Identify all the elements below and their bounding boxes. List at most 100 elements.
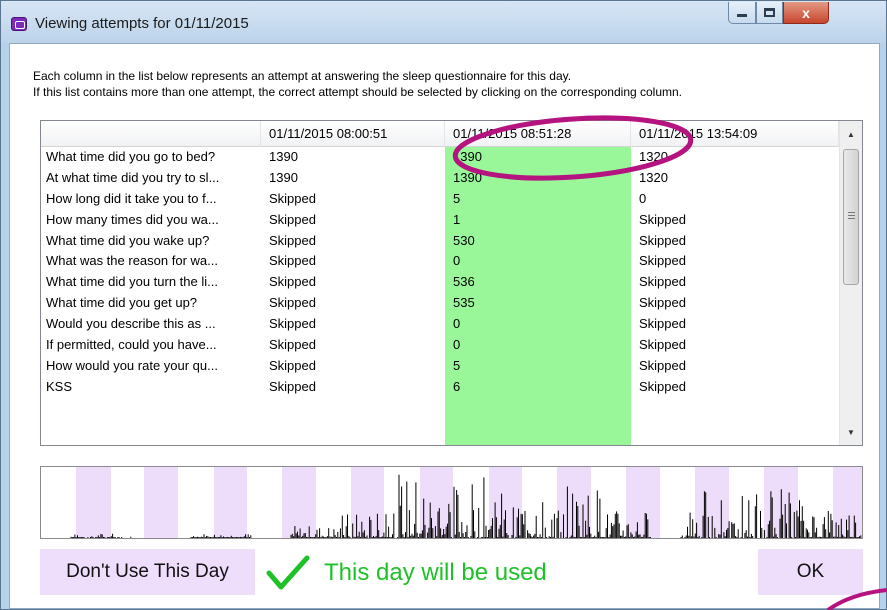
maximize-button[interactable]	[756, 2, 783, 24]
attempt-2-cell: 5	[453, 357, 461, 373]
attempt-3-cell: Skipped	[639, 211, 686, 227]
header-question	[41, 121, 261, 147]
attempt-3-cell: Skipped	[639, 316, 686, 332]
attempt-3-cell: Skipped	[639, 357, 686, 373]
night-band	[214, 467, 247, 538]
attempt-1-cell: 1390	[269, 149, 298, 164]
window-title: Viewing attempts for 01/11/2015	[35, 15, 249, 32]
app-icon	[11, 17, 27, 31]
dont-use-this-day-button[interactable]: Don't Use This Day	[40, 549, 255, 595]
attempt-2-cell: 0	[453, 316, 461, 332]
attempt-1-cell: Skipped	[269, 357, 316, 373]
list-row[interactable]: How long did it take you to f... Skipped…	[41, 189, 839, 210]
minimize-button[interactable]	[728, 2, 756, 24]
column-header-attempt-2[interactable]: 01/11/2015 08:51:28	[445, 121, 631, 147]
instructions: Each column in the list below represents…	[33, 68, 682, 100]
attempt-2-cell: 5	[453, 190, 461, 206]
list-row[interactable]: If permitted, could you have... Skipped …	[41, 335, 839, 356]
list-rows: What time did you go to bed? 1390 1390 1…	[41, 147, 839, 398]
attempt-2-cell: 1390	[453, 149, 482, 164]
column-header-attempt-1[interactable]: 01/11/2015 08:00:51	[261, 121, 445, 147]
question-cell: KSS	[46, 378, 73, 394]
attempt-1-cell: Skipped	[269, 190, 316, 206]
night-band	[282, 467, 316, 538]
list-row[interactable]: What time did you get up? Skipped 535 Sk…	[41, 293, 839, 314]
list-row[interactable]: At what time did you try to sl... 1390 1…	[41, 168, 839, 189]
night-band	[76, 467, 111, 538]
activity-spikes	[70, 474, 862, 538]
question-cell: If permitted, could you have...	[46, 337, 217, 353]
ok-button[interactable]: OK	[758, 549, 863, 595]
list-header: 01/11/2015 08:00:51 01/11/2015 08:51:28 …	[41, 121, 839, 147]
title-bar[interactable]: Viewing attempts for 01/11/2015 x	[1, 1, 886, 43]
attempt-2-cell: 530	[453, 232, 475, 248]
list-row[interactable]: What time did you go to bed? 1390 1390 1…	[41, 147, 839, 168]
attempt-3-cell: Skipped	[639, 253, 686, 269]
attempt-1-cell: 1390	[269, 169, 298, 185]
attempt-3-cell: Skipped	[639, 337, 686, 353]
instruction-line-2: If this list contains more than one atte…	[33, 85, 683, 99]
close-icon: x	[802, 4, 810, 21]
activity-plot-svg	[70, 467, 862, 538]
vertical-scrollbar[interactable]: ▲ ▼	[839, 121, 862, 445]
grip-icon	[848, 212, 855, 219]
scroll-down-arrow-icon[interactable]: ▼	[840, 421, 862, 443]
question-cell: What time did you wake up?	[46, 232, 210, 248]
scroll-thumb[interactable]	[843, 149, 859, 285]
instruction-line-1: Each column in the list below represents…	[33, 69, 572, 83]
column-header-attempt-3[interactable]: 01/11/2015 13:54:09	[631, 121, 839, 147]
attempt-3-cell: Skipped	[639, 378, 686, 394]
attempt-3-cell: Skipped	[639, 232, 686, 248]
attempt-1-cell: Skipped	[269, 295, 316, 311]
question-cell: How would you rate your qu...	[46, 357, 218, 373]
list-row[interactable]: How would you rate your qu... Skipped 5 …	[41, 356, 839, 377]
minimize-icon	[737, 14, 747, 17]
attempt-2-cell: 536	[453, 274, 475, 290]
attempt-1-cell: Skipped	[269, 337, 316, 353]
question-cell: What time did you get up?	[46, 295, 198, 311]
attempt-1-cell: Skipped	[269, 316, 316, 332]
question-cell: At what time did you try to sl...	[46, 169, 220, 185]
attempt-1-cell: Skipped	[269, 378, 316, 394]
attempt-2-cell: 0	[453, 253, 461, 269]
list-row[interactable]: What was the reason for wa... Skipped 0 …	[41, 251, 839, 272]
attempt-2-cell: 6	[453, 378, 461, 394]
question-cell: What was the reason for wa...	[46, 253, 218, 269]
attempt-1-cell: Skipped	[269, 211, 316, 227]
attempt-1-cell: Skipped	[269, 232, 316, 248]
maximize-icon	[764, 8, 775, 17]
night-band	[351, 467, 384, 538]
close-button[interactable]: x	[783, 2, 829, 24]
attempt-2-cell: 535	[453, 295, 475, 311]
list-row[interactable]: What time did you wake up? Skipped 530 S…	[41, 231, 839, 252]
list-row[interactable]: Would you describe this as ... Skipped 0…	[41, 314, 839, 335]
question-cell: How many times did you wa...	[46, 211, 219, 227]
scroll-up-arrow-icon[interactable]: ▲	[840, 123, 862, 145]
night-bands	[76, 467, 862, 538]
attempts-list[interactable]: 01/11/2015 08:00:51 01/11/2015 08:51:28 …	[40, 120, 863, 446]
list-row[interactable]: How many times did you wa... Skipped 1 S…	[41, 210, 839, 231]
attempt-2-cell: 1390	[453, 169, 482, 185]
night-band	[144, 467, 178, 538]
activity-plot	[40, 466, 863, 539]
attempt-3-cell: 0	[639, 190, 647, 206]
list-row[interactable]: What time did you turn the li... Skipped…	[41, 272, 839, 293]
question-cell: Would you describe this as ...	[46, 316, 216, 332]
attempt-1-cell: Skipped	[269, 274, 316, 290]
day-status-text: This day will be used	[324, 559, 547, 586]
list-row[interactable]: KSS Skipped 6 Skipped	[41, 377, 839, 398]
attempt-3-cell: Skipped	[639, 295, 686, 311]
attempt-3-cell: 1320	[639, 149, 668, 164]
attempt-3-cell: Skipped	[639, 274, 686, 290]
checkmark-icon	[266, 555, 310, 590]
attempt-2-cell: 1	[453, 211, 461, 227]
activity-bars	[70, 474, 862, 538]
question-cell: What time did you go to bed?	[46, 149, 216, 164]
night-band	[626, 467, 660, 538]
night-band	[833, 467, 862, 538]
attempt-2-cell: 0	[453, 337, 461, 353]
question-cell: How long did it take you to f...	[46, 190, 217, 206]
question-cell: What time did you turn the li...	[46, 274, 218, 290]
attempt-3-cell: 1320	[639, 169, 668, 185]
attempt-1-cell: Skipped	[269, 253, 316, 269]
